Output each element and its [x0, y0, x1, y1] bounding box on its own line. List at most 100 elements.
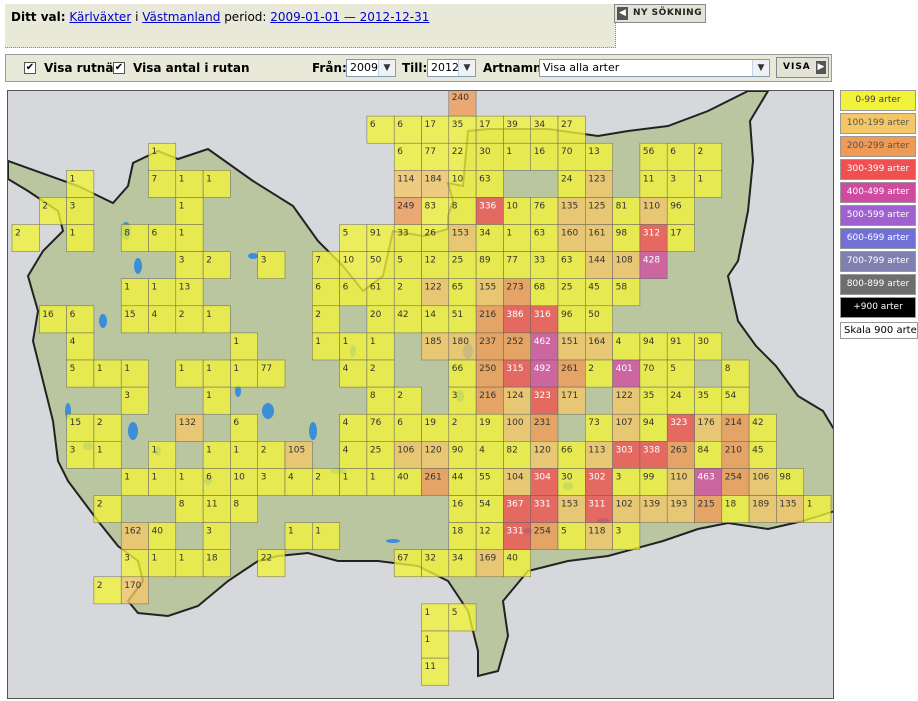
show-count-label: Visa antal i rutan [133, 61, 250, 75]
cell-count: 170 [124, 581, 141, 591]
cell-count: 1 [206, 310, 212, 320]
cell-count: 68 [534, 283, 546, 293]
legend-item: +900 arter [840, 297, 916, 318]
cell-count: 1 [124, 472, 130, 482]
cell-count: 20 [370, 310, 382, 320]
cell-count: 2 [206, 256, 212, 266]
lake-shape [262, 403, 274, 419]
cell-count: 70 [643, 364, 655, 374]
cell-count: 6 [152, 229, 158, 239]
map-canvas[interactable]: 2406 6 17 35 17 39 34 271 6 77 22 30 1 16 70 13 56 6 21 7 1 1… [8, 91, 834, 699]
cell-count: 8 [452, 201, 458, 211]
lake-shape [128, 422, 138, 440]
group-link[interactable]: Kärlväxter [69, 10, 131, 24]
to-year-select[interactable]: 2012 ▼ [427, 59, 476, 77]
cell-count: 6 [206, 472, 212, 482]
cell-count: 1 [70, 229, 76, 239]
cell-count: 63 [534, 229, 545, 239]
cell-count: 4 [288, 472, 294, 482]
cell-count: 39 [506, 120, 518, 130]
cell-count: 1 [807, 500, 813, 510]
cell-count: 231 [534, 418, 551, 428]
cell-count: 63 [561, 256, 572, 266]
cell-count: 331 [534, 500, 551, 510]
cell-count: 1 [233, 445, 239, 455]
cell-count: 1 [152, 445, 158, 455]
new-search-button[interactable]: ◀ NY SÖKNING [614, 4, 706, 23]
cell-count: 120 [534, 445, 551, 455]
cell-count: 3 [452, 391, 458, 401]
cell-count: 180 [452, 337, 469, 347]
cell-count: 153 [452, 229, 469, 239]
cell-count: 4 [70, 337, 76, 347]
cell-count: 1 [206, 364, 212, 374]
cell-count: 33 [397, 229, 408, 239]
cell-count: 11 [425, 662, 436, 672]
cell-count: 315 [506, 364, 523, 374]
cell-count: 6 [370, 120, 376, 130]
legend-item: 800-899 arter [840, 274, 916, 295]
cell-count: 40 [152, 527, 164, 537]
cell-count: 108 [616, 256, 633, 266]
lake-shape [248, 253, 258, 259]
cell-count: 132 [179, 418, 196, 428]
cell-count: 1 [179, 472, 185, 482]
cell-count: 1 [152, 554, 158, 564]
cell-count: 102 [616, 500, 633, 510]
cell-count: 3 [616, 527, 622, 537]
region-link[interactable]: Västmanland [142, 10, 220, 24]
cell-count: 5 [70, 364, 76, 374]
cell-count: 151 [561, 337, 578, 347]
cell-count: 2 [588, 364, 594, 374]
cell-count: 91 [370, 229, 381, 239]
cell-count: 6 [670, 147, 676, 157]
cell-count: 67 [397, 554, 408, 564]
cell-count: 91 [670, 337, 681, 347]
cell-count: 54 [479, 500, 491, 510]
cell-count: 96 [670, 201, 682, 211]
cell-count: 12 [425, 256, 436, 266]
from-year-select[interactable]: 2009 ▼ [346, 59, 396, 77]
cell-count: 6 [343, 283, 349, 293]
cell-count: 35 [452, 120, 463, 130]
cell-count: 8 [179, 500, 185, 510]
cell-count: 2 [397, 283, 403, 293]
species-value: Visa alla arter [543, 61, 620, 74]
cell-count: 462 [534, 337, 551, 347]
arrow-left-icon: ◀ [617, 7, 628, 20]
cell-count: 66 [561, 445, 573, 455]
species-grid-map[interactable]: 240 6 6 17 35 17 39 34 27 1 6 77 22 30 1 16 70 13 56 6 2 1 7 1 1… [7, 90, 834, 699]
cell-count: 10 [343, 256, 355, 266]
scale-select[interactable]: Skala 900 arter [840, 322, 918, 339]
lake-shape [309, 422, 317, 440]
legend-item: 600-699 arter [840, 228, 916, 249]
species-select[interactable]: Visa alla arter ▼ [539, 59, 770, 77]
cell-count: 1 [152, 283, 158, 293]
lake-shape [99, 314, 107, 328]
cell-count: 104 [506, 472, 523, 482]
cell-count: 304 [534, 472, 551, 482]
cell-count: 1 [506, 147, 512, 157]
cell-count: 1 [370, 472, 376, 482]
cell-count: 1 [343, 337, 349, 347]
cell-count: 54 [725, 391, 737, 401]
legend-item: 500-599 arter [840, 205, 916, 226]
cell-count: 4 [343, 445, 349, 455]
cell-count: 106 [397, 445, 414, 455]
show-count-checkbox[interactable]: ✔ [113, 62, 125, 74]
period-link[interactable]: 2009-01-01 — 2012-12-31 [270, 10, 429, 24]
legend: 0-99 arter 100-199 arter 200-299 arter 300-… [840, 90, 916, 320]
cell-count: 42 [752, 418, 763, 428]
lake-shape [386, 539, 400, 543]
cell-count: 1 [233, 337, 239, 347]
cell-count: 3 [124, 554, 130, 564]
cell-count: 331 [506, 527, 523, 537]
cell-count: 161 [588, 229, 605, 239]
show-grid-checkbox[interactable]: ✔ [24, 62, 36, 74]
cell-count: 76 [534, 201, 546, 211]
cell-count: 216 [479, 310, 496, 320]
cell-count: 3 [616, 472, 622, 482]
cell-count: 8 [233, 500, 239, 510]
cell-count: 25 [561, 283, 572, 293]
show-button[interactable]: VISA ▶ [776, 57, 829, 78]
